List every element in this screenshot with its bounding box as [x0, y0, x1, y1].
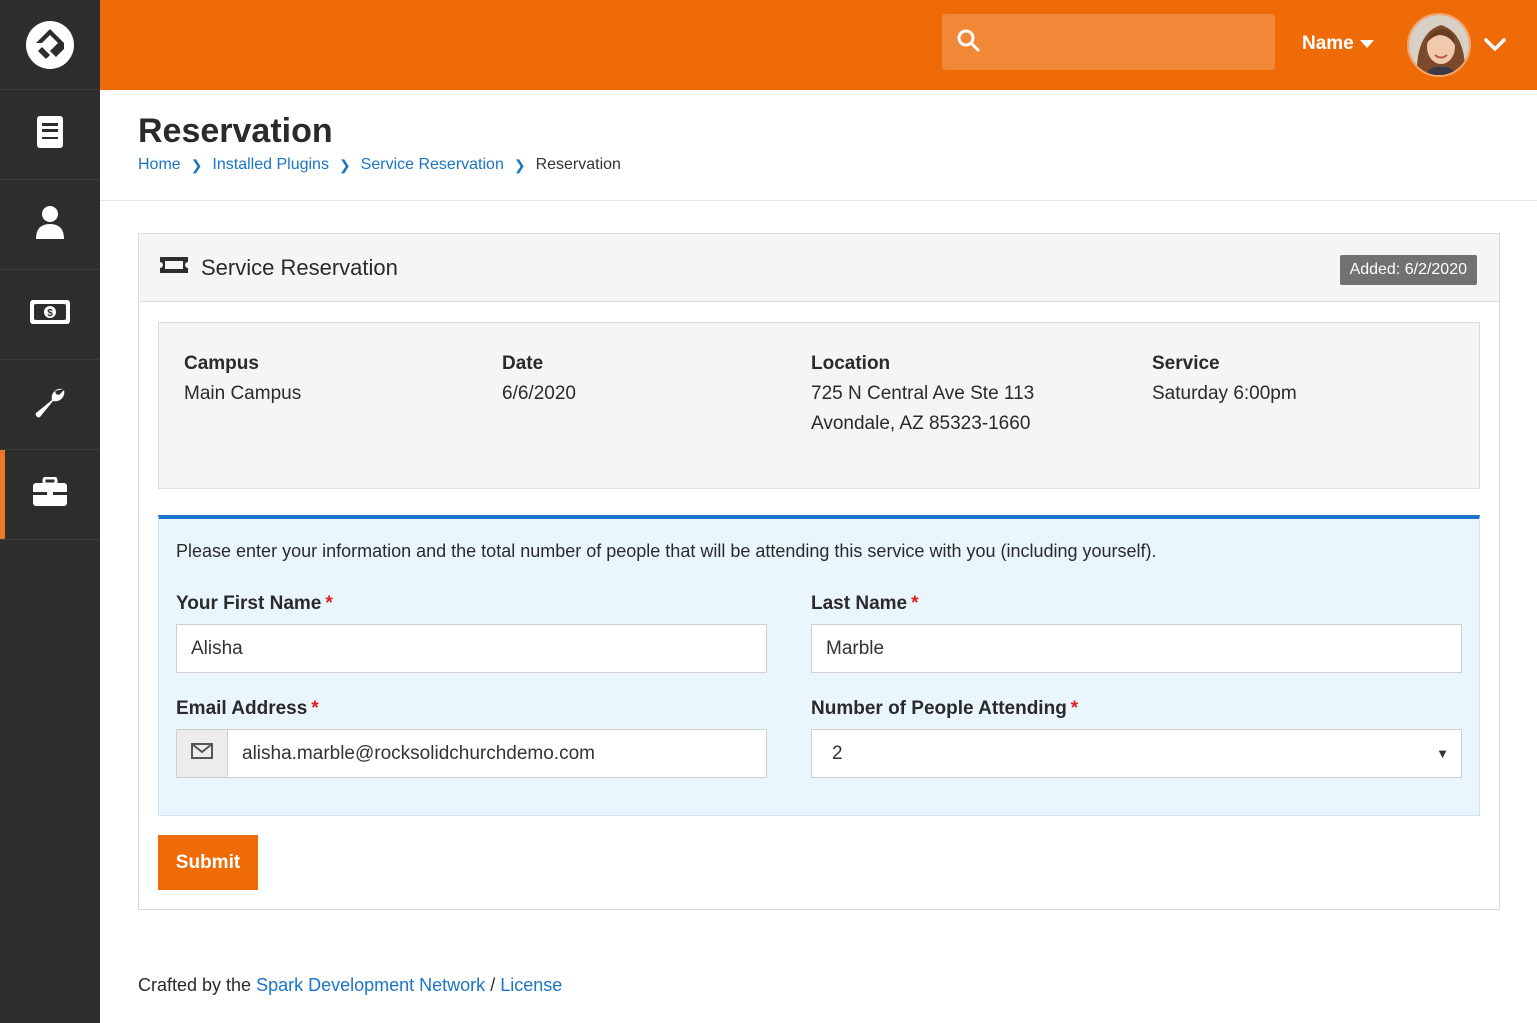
- required-mark: *: [325, 593, 333, 614]
- first-name-label: Your First Name *: [176, 593, 333, 615]
- envelope-icon: [191, 743, 213, 764]
- rock-logo[interactable]: [0, 0, 100, 90]
- briefcase-icon: [32, 476, 68, 512]
- caret-down-icon: [1359, 33, 1374, 55]
- user-name-label: Name: [1302, 33, 1354, 54]
- date-label: Date: [502, 353, 544, 374]
- submit-button[interactable]: Submit: [158, 835, 258, 890]
- form-intro-text: Please enter your information and the to…: [176, 541, 1157, 561]
- spark-link[interactable]: Spark Development Network: [256, 975, 485, 995]
- breadcrumb-service-reservation[interactable]: Service Reservation: [361, 156, 504, 174]
- breadcrumb-chevron-icon: ❯: [338, 156, 351, 173]
- sidebar-item-pages[interactable]: [0, 90, 100, 180]
- sidebar-item-admin-tools[interactable]: [0, 360, 100, 450]
- email-value: alisha.marble@rocksolidchurchdemo.com: [242, 742, 595, 764]
- page-title: Reservation: [138, 112, 333, 150]
- service-label: Service: [1152, 353, 1220, 374]
- breadcrumb-chevron-icon: ❯: [513, 156, 526, 173]
- email-field[interactable]: alisha.marble@rocksolidchurchdemo.com: [227, 729, 767, 778]
- required-mark: *: [311, 698, 319, 719]
- breadcrumb-current: Reservation: [535, 156, 621, 173]
- required-mark: *: [911, 593, 919, 614]
- avatar[interactable]: [1407, 13, 1471, 77]
- select-arrow-icon: ▼: [1436, 746, 1449, 761]
- footer-separator: /: [490, 975, 496, 995]
- email-label: Email Address *: [176, 698, 319, 720]
- people-attending-label: Number of People Attending *: [811, 698, 1078, 720]
- last-name-field[interactable]: Marble: [811, 624, 1462, 673]
- service-info: Service Saturday 6:00pm: [1152, 349, 1297, 409]
- top-header: Name: [100, 0, 1537, 90]
- search-input[interactable]: [992, 31, 1262, 53]
- breadcrumb-installed-plugins[interactable]: Installed Plugins: [212, 156, 329, 174]
- added-date-badge: Added: 6/2/2020: [1339, 255, 1477, 285]
- location-line2: Avondale, AZ 85323-1660: [811, 413, 1031, 434]
- book-icon: [35, 115, 65, 154]
- sidebar-item-tools[interactable]: [0, 450, 100, 540]
- required-mark: *: [1070, 698, 1079, 719]
- people-attending-label-text: Number of People Attending: [811, 698, 1067, 719]
- campus-info: Campus Main Campus: [184, 349, 301, 409]
- date-info: Date 6/6/2020: [502, 349, 576, 409]
- service-reservation-panel: Service Reservation Added: 6/2/2020 Camp…: [138, 233, 1500, 910]
- people-attending-value: 2: [832, 742, 843, 764]
- last-name-value: Marble: [826, 637, 885, 659]
- email-label-text: Email Address: [176, 698, 308, 719]
- wrench-icon: [33, 385, 67, 424]
- last-name-label: Last Name *: [811, 593, 919, 615]
- breadcrumb-chevron-icon: ❯: [190, 156, 203, 173]
- first-name-field[interactable]: Alisha: [176, 624, 767, 673]
- location-info: Location 725 N Central Ave Ste 113 Avond…: [811, 349, 1034, 439]
- ticket-icon: [159, 255, 189, 280]
- search-bar[interactable]: [942, 14, 1275, 70]
- sidebar-item-people[interactable]: [0, 180, 100, 270]
- campus-value: Main Campus: [184, 383, 302, 404]
- date-value: 6/6/2020: [502, 383, 576, 404]
- service-value: Saturday 6:00pm: [1152, 383, 1297, 404]
- campus-label: Campus: [184, 353, 259, 374]
- reservation-form: Please enter your information and the to…: [158, 515, 1480, 816]
- service-info-box: Campus Main Campus Date 6/6/2020 Locatio…: [158, 322, 1480, 489]
- user-name-menu[interactable]: Name: [1302, 33, 1374, 55]
- first-name-label-text: Your First Name: [176, 593, 322, 614]
- breadcrumb-home[interactable]: Home: [138, 156, 181, 174]
- search-icon: [956, 28, 980, 57]
- people-attending-select[interactable]: 2 ▼: [811, 729, 1462, 778]
- location-label: Location: [811, 353, 891, 374]
- first-name-value: Alisha: [191, 637, 243, 659]
- last-name-label-text: Last Name: [811, 593, 908, 614]
- svg-text:$: $: [47, 308, 53, 319]
- chevron-down-icon[interactable]: [1483, 33, 1507, 62]
- license-link[interactable]: License: [500, 975, 562, 995]
- panel-header: Service Reservation Added: 6/2/2020: [139, 234, 1499, 302]
- sidebar-item-finance[interactable]: $: [0, 270, 100, 360]
- breadcrumb: Home ❯ Installed Plugins ❯ Service Reser…: [138, 156, 621, 174]
- panel-title: Service Reservation: [201, 254, 398, 280]
- footer-prefix: Crafted by the: [138, 975, 252, 995]
- money-icon: $: [29, 299, 71, 330]
- footer: Crafted by the Spark Development Network…: [138, 975, 562, 996]
- location-line1: 725 N Central Ave Ste 113: [811, 383, 1035, 404]
- email-addon: [176, 729, 228, 778]
- page-header: Reservation Home ❯ Installed Plugins ❯ S…: [100, 90, 1537, 201]
- sidebar: $: [0, 0, 100, 1023]
- person-icon: [34, 205, 66, 244]
